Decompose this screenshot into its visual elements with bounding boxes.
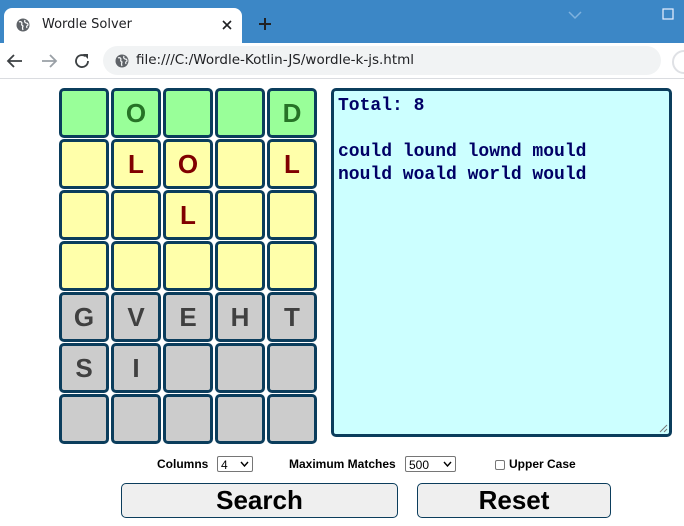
profile-avatar[interactable]	[672, 50, 684, 74]
reload-icon[interactable]	[73, 52, 91, 70]
grid-cell-gray[interactable]	[111, 394, 161, 444]
grid-cell-yellow[interactable]	[59, 139, 109, 189]
results-textarea[interactable]: Total: 8 could lound lownd mould nould w…	[331, 88, 672, 437]
grid-cell-gray[interactable]	[163, 394, 213, 444]
grid-cell-gray[interactable]	[215, 343, 265, 393]
grid-cell-gray[interactable]	[267, 394, 317, 444]
grid-cell-gray[interactable]: G	[59, 292, 109, 342]
grid-cell-gray[interactable]	[59, 394, 109, 444]
browser-toolbar: file:///C:/Wordle-Kotlin-JS/wordle-k-js.…	[0, 43, 684, 79]
grid-cell-yellow[interactable]	[215, 241, 265, 291]
grid-cell-yellow[interactable]	[267, 190, 317, 240]
grid-cell-yellow[interactable]	[59, 241, 109, 291]
tab-strip: Wordle Solver	[0, 0, 684, 43]
grid-cell-green[interactable]	[215, 88, 265, 138]
grid-cell-yellow[interactable]	[111, 241, 161, 291]
address-bar[interactable]: file:///C:/Wordle-Kotlin-JS/wordle-k-js.…	[103, 46, 661, 75]
grid-cell-yellow[interactable]	[111, 190, 161, 240]
grid-cell-gray[interactable]: I	[111, 343, 161, 393]
grid-cell-yellow[interactable]: O	[163, 139, 213, 189]
columns-select-value: 4	[221, 458, 228, 472]
reset-button[interactable]: Reset	[417, 483, 611, 518]
results-text: Total: 8 could lound lownd mould nould w…	[338, 96, 587, 185]
grid-cell-green[interactable]: D	[267, 88, 317, 138]
upper-case-checkbox[interactable]	[495, 460, 505, 470]
grid-cell-gray[interactable]	[163, 343, 213, 393]
grid-cell-gray[interactable]: S	[59, 343, 109, 393]
grid-cell-yellow[interactable]	[59, 190, 109, 240]
browser-tab[interactable]: Wordle Solver	[4, 8, 242, 43]
grid-cell-yellow[interactable]	[215, 190, 265, 240]
grid-cell-green[interactable]	[163, 88, 213, 138]
address-url: file:///C:/Wordle-Kotlin-JS/wordle-k-js.…	[136, 52, 415, 68]
columns-select[interactable]: 4	[217, 456, 253, 472]
grid-cell-green[interactable]: O	[111, 88, 161, 138]
grid-cell-yellow[interactable]	[215, 139, 265, 189]
grid-cell-green[interactable]	[59, 88, 109, 138]
chevron-down-icon[interactable]	[568, 10, 582, 20]
chevron-down-icon	[240, 461, 249, 467]
new-tab-plus-icon[interactable]	[257, 16, 273, 32]
maximize-icon[interactable]	[662, 8, 674, 20]
grid-cell-yellow[interactable]	[267, 241, 317, 291]
max-matches-select-value: 500	[409, 458, 430, 472]
globe-icon	[16, 18, 30, 32]
columns-label: Columns	[157, 457, 209, 471]
max-matches-select[interactable]: 500	[405, 456, 456, 472]
tab-title: Wordle Solver	[42, 17, 133, 32]
search-button[interactable]: Search	[121, 483, 398, 518]
grid-cell-yellow[interactable]	[163, 241, 213, 291]
grid-cell-gray[interactable]: H	[215, 292, 265, 342]
grid-cell-gray[interactable]: T	[267, 292, 317, 342]
grid-cell-yellow[interactable]: L	[267, 139, 317, 189]
back-arrow-icon[interactable]	[6, 52, 24, 70]
resize-grip-icon[interactable]	[658, 423, 668, 433]
grid-cell-gray[interactable]	[267, 343, 317, 393]
globe-icon	[115, 54, 129, 68]
upper-case-label: Upper Case	[509, 457, 576, 471]
grid-cell-yellow[interactable]: L	[111, 139, 161, 189]
max-matches-label: Maximum Matches	[289, 457, 396, 471]
chevron-down-icon	[443, 461, 452, 467]
grid-cell-gray[interactable]: V	[111, 292, 161, 342]
close-icon[interactable]	[219, 17, 235, 33]
forward-arrow-icon[interactable]	[40, 52, 58, 70]
grid-cell-yellow[interactable]: L	[163, 190, 213, 240]
grid-cell-gray[interactable]: E	[163, 292, 213, 342]
grid-cell-gray[interactable]	[215, 394, 265, 444]
